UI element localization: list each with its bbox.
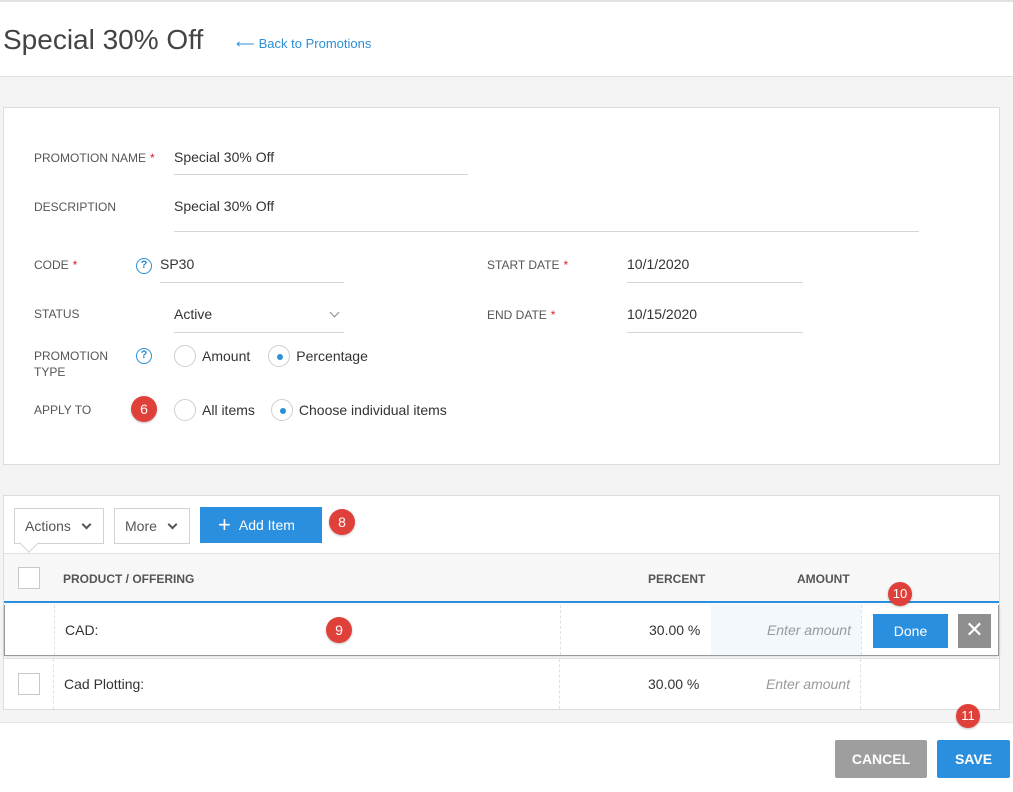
- apply-to-label: APPLY TO: [34, 403, 92, 417]
- promotion-name-input[interactable]: Special 30% Off: [174, 149, 468, 175]
- required-marker: *: [72, 258, 78, 272]
- radio-percentage-label: Percentage: [296, 348, 368, 364]
- footer-bar: CANCEL SAVE: [0, 722, 1013, 792]
- chevron-down-icon: [329, 307, 340, 318]
- page-title: Special 30% Off: [3, 24, 204, 55]
- amount-placeholder: Enter amount: [765, 676, 850, 692]
- step-marker-6: 6: [131, 396, 157, 422]
- radio-choose-individual-items-label: Choose individual items: [298, 402, 447, 418]
- promotion-name-label: PROMOTION NAME *: [34, 151, 155, 165]
- chevron-down-icon: [81, 519, 92, 530]
- chevron-down-icon: [167, 519, 178, 530]
- percent-value: 30.00 %: [648, 676, 700, 692]
- step-marker-11: 11: [956, 704, 980, 728]
- actions-label: Actions: [25, 518, 71, 534]
- radio-all-items[interactable]: [174, 399, 196, 421]
- description-input[interactable]: Special 30% Off: [174, 198, 919, 232]
- status-value: Active: [174, 306, 213, 322]
- required-marker: *: [150, 151, 155, 165]
- radio-amount[interactable]: [174, 345, 196, 367]
- start-date-label: START DATE *: [487, 258, 569, 272]
- end-date-input[interactable]: 10/15/2020: [627, 306, 803, 333]
- required-marker: *: [563, 258, 569, 272]
- amount-input[interactable]: Enter amount: [711, 605, 861, 655]
- more-label: More: [125, 518, 157, 534]
- more-dropdown[interactable]: More: [114, 508, 190, 544]
- close-icon[interactable]: ✕: [958, 614, 991, 648]
- back-link-label: Back to Promotions: [258, 36, 372, 51]
- step-marker-9: 9: [326, 617, 352, 643]
- add-item-button[interactable]: + Add Item: [200, 507, 322, 543]
- promotion-type-help-icon[interactable]: ?: [136, 348, 152, 364]
- radio-amount-label: Amount: [202, 348, 251, 364]
- apply-to-group: All items Choose individual items: [174, 399, 463, 421]
- required-marker: *: [550, 308, 556, 322]
- page-header: Special 30% Off ⟵ Back to Promotions: [0, 2, 1013, 77]
- code-help-icon[interactable]: ?: [136, 258, 152, 274]
- table-header: PRODUCT / OFFERING PERCENT AMOUNT: [4, 553, 999, 603]
- items-table-card: Actions More + Add Item PRODUCT / OFFERI…: [3, 495, 1000, 710]
- promotion-type-label: PROMOTION TYPE: [34, 349, 108, 379]
- amount-input[interactable]: Enter amount: [710, 659, 860, 709]
- promotion-type-group: Amount Percentage: [174, 345, 384, 367]
- product-name: CAD:: [65, 622, 99, 638]
- step-marker-10: 10: [888, 582, 912, 606]
- percent-value: 30.00 %: [649, 622, 701, 638]
- cell-divider: [54, 605, 55, 655]
- table-row[interactable]: Cad Plotting: 30.00 % Enter amount: [4, 658, 999, 709]
- add-item-label: Add Item: [238, 517, 295, 533]
- radio-percentage[interactable]: [268, 345, 291, 367]
- cell-divider: [560, 605, 561, 655]
- back-to-promotions-link[interactable]: ⟵ Back to Promotions: [236, 36, 371, 52]
- cancel-button[interactable]: CANCEL: [835, 740, 927, 778]
- save-button[interactable]: SAVE: [937, 740, 1010, 778]
- cell-divider: [861, 605, 862, 655]
- column-percent: PERCENT: [648, 572, 706, 586]
- column-product: PRODUCT / OFFERING: [63, 572, 195, 586]
- select-all-checkbox[interactable]: [18, 567, 40, 589]
- description-label: DESCRIPTION: [34, 200, 117, 214]
- start-date-input[interactable]: 10/1/2020: [627, 256, 803, 283]
- code-label: CODE *: [34, 258, 78, 272]
- radio-all-items-label: All items: [202, 402, 255, 418]
- cell-divider: [559, 659, 560, 709]
- status-label: STATUS: [34, 307, 80, 321]
- arrow-left-icon: ⟵: [236, 36, 255, 51]
- status-select[interactable]: Active: [174, 306, 344, 333]
- done-button[interactable]: Done: [873, 614, 948, 648]
- cell-divider: [860, 659, 861, 709]
- radio-choose-individual-items[interactable]: [270, 399, 293, 421]
- table-row[interactable]: CAD: 30.00 % Enter amount Done ✕: [4, 605, 999, 656]
- end-date-label: END DATE *: [487, 308, 556, 322]
- column-amount: AMOUNT: [797, 572, 850, 586]
- plus-icon: +: [218, 512, 231, 537]
- amount-placeholder: Enter amount: [766, 622, 851, 638]
- step-marker-8: 8: [329, 509, 355, 535]
- code-input[interactable]: SP30: [160, 256, 344, 283]
- cell-divider: [53, 659, 54, 709]
- product-name: Cad Plotting:: [64, 676, 145, 692]
- row-checkbox[interactable]: [18, 673, 40, 695]
